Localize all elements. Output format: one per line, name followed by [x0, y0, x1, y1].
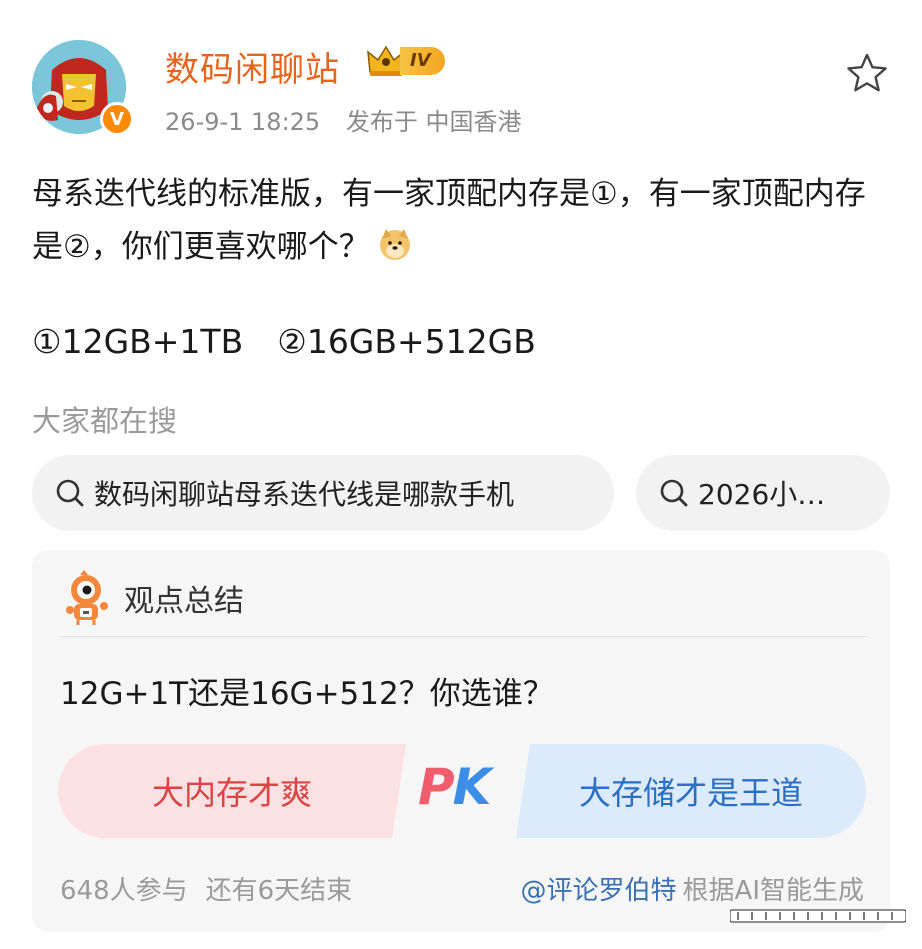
option-2: ②16GB+512GB — [277, 322, 536, 361]
search-chip-label: 数码闲聊站母系迭代线是哪款手机 — [94, 478, 515, 511]
scroll-indicator-icon — [730, 909, 906, 923]
trending-search-title: 大家都在搜 — [32, 404, 178, 438]
ai-generated-note: 根据AI智能生成 — [682, 876, 864, 906]
verified-badge-icon: V — [100, 102, 134, 136]
vote-right-label: 大存储才是王道 — [578, 774, 803, 812]
doge-emoji-icon — [379, 229, 410, 260]
search-icon — [660, 479, 688, 507]
summary-footer: 648人参与 还有6天结束 @评论罗伯特 根据AI智能生成 — [60, 870, 866, 907]
author-name[interactable]: 数码闲聊站 — [165, 42, 340, 91]
post-header: V 数码闲聊站 IV 26-9-1 18:25 发布于 中国香港 — [0, 0, 922, 150]
participant-count: 648人参与 — [60, 876, 188, 906]
star-outline-icon[interactable] — [846, 52, 888, 94]
robot-mascot-icon — [66, 570, 108, 625]
summary-header: 观点总结 — [60, 568, 244, 628]
level-badge[interactable]: IV — [366, 44, 445, 78]
mention-link[interactable]: @评论罗伯特 — [521, 876, 677, 906]
divider — [60, 636, 866, 637]
post-date: 26-9-1 18:25 — [165, 108, 321, 136]
post-body: 母系迭代线的标准版，有一家顶配内存是①，有一家顶配内存是②，你们更喜欢哪个？ — [32, 176, 866, 265]
vote-left-button[interactable]: 大内存才爽 — [58, 744, 406, 838]
ai-source: @评论罗伯特 根据AI智能生成 — [521, 870, 864, 907]
pk-badge: PK — [418, 758, 491, 816]
level-label: IV — [400, 47, 445, 75]
search-chip-label: 2026小… — [698, 478, 826, 511]
poll-question: 12G+1T还是16G+512？你选谁？ — [60, 676, 554, 712]
summary-card: 观点总结 12G+1T还是16G+512？你选谁？ 大内存才爽 PK 大存储才是… — [32, 550, 890, 932]
search-chip[interactable]: 2026小… — [636, 455, 890, 531]
option-1: ①12GB+1TB — [32, 322, 244, 361]
summary-title: 观点总结 — [124, 584, 244, 619]
post-meta: 26-9-1 18:25 发布于 中国香港 — [165, 102, 521, 137]
post-text: 母系迭代线的标准版，有一家顶配内存是①，有一家顶配内存是②，你们更喜欢哪个？ — [32, 168, 894, 274]
search-chip[interactable]: 数码闲聊站母系迭代线是哪款手机 — [32, 455, 614, 531]
search-icon — [56, 479, 84, 507]
time-remaining: 还有6天结束 — [205, 876, 353, 906]
post-location: 发布于 中国香港 — [345, 108, 522, 136]
vote-left-label: 大内存才爽 — [151, 774, 312, 812]
post-options: ①12GB+1TB ②16GB+512GB — [32, 322, 536, 361]
vote-right-button[interactable]: 大存储才是王道 — [516, 744, 866, 838]
